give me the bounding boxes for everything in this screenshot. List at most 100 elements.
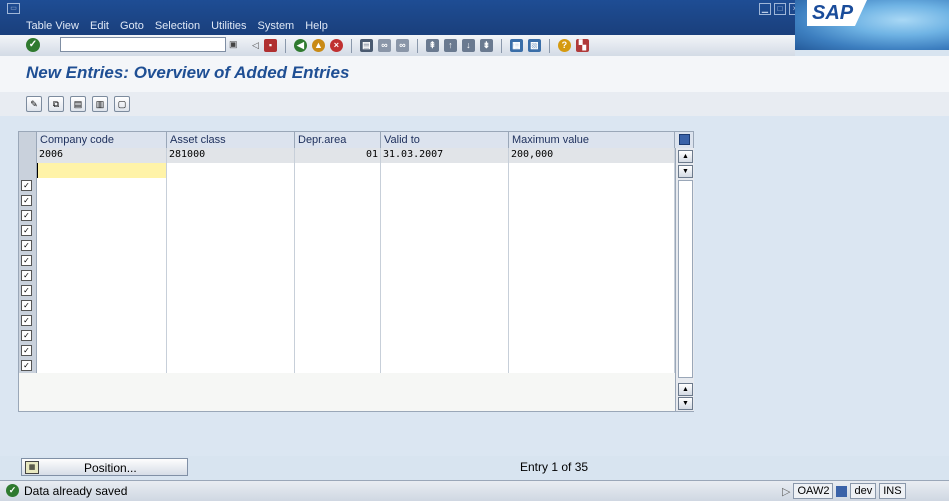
menu-help[interactable]: Help <box>305 20 328 32</box>
maximum-value-cell[interactable] <box>509 328 675 343</box>
menu-selection[interactable]: Selection <box>155 20 200 32</box>
menu-table-view[interactable]: Table View <box>26 20 79 32</box>
asset-class-cell[interactable] <box>167 253 295 268</box>
asset-class-cell[interactable] <box>167 328 295 343</box>
command-field[interactable] <box>60 37 226 52</box>
asset-class-cell[interactable] <box>167 358 295 373</box>
company-code-cell[interactable]: 2006 <box>37 148 167 163</box>
row-checkbox-icon[interactable]: ✓ <box>21 210 32 221</box>
row-checkbox-icon[interactable]: ✓ <box>21 330 32 341</box>
first-page-icon[interactable]: ⇞ <box>425 39 439 52</box>
previous-entry-icon[interactable]: ▥ <box>92 96 108 112</box>
maximum-value-cell[interactable] <box>509 343 675 358</box>
valid-to-cell[interactable] <box>381 253 509 268</box>
asset-class-cell[interactable] <box>167 223 295 238</box>
maximize-icon[interactable]: □ <box>774 3 786 15</box>
maximum-value-cell[interactable] <box>509 253 675 268</box>
valid-to-cell[interactable] <box>381 163 509 178</box>
depr-area-cell[interactable] <box>295 178 381 193</box>
select-all-cell[interactable] <box>19 132 37 148</box>
column-maximum-value[interactable]: Maximum value <box>509 132 675 148</box>
depr-area-cell[interactable] <box>295 163 381 178</box>
depr-area-cell[interactable] <box>295 238 381 253</box>
scroll-up-icon[interactable]: ▲ <box>678 383 693 396</box>
asset-class-cell[interactable]: 281000 <box>167 148 295 163</box>
depr-area-cell[interactable] <box>295 268 381 283</box>
position-button[interactable]: ▦ Position... <box>21 458 188 476</box>
asset-class-cell[interactable] <box>167 268 295 283</box>
change-display-icon[interactable]: ✎ <box>26 96 42 112</box>
minimize-icon[interactable]: ▁ <box>759 3 771 15</box>
company-code-cell[interactable] <box>37 238 167 253</box>
maximum-value-cell[interactable] <box>509 193 675 208</box>
asset-class-cell[interactable] <box>167 178 295 193</box>
next-page-icon[interactable]: ↓ <box>461 39 475 52</box>
asset-class-cell[interactable] <box>167 238 295 253</box>
company-code-cell[interactable] <box>37 163 167 178</box>
valid-to-cell[interactable] <box>381 178 509 193</box>
system-menu-icon[interactable]: ▭ <box>7 3 20 14</box>
depr-area-cell[interactable] <box>295 193 381 208</box>
valid-to-cell[interactable]: 31.03.2007 <box>381 148 509 163</box>
scroll-down-icon[interactable]: ▼ <box>678 165 693 178</box>
last-page-icon[interactable]: ⇟ <box>479 39 493 52</box>
depr-area-cell[interactable] <box>295 328 381 343</box>
asset-class-cell[interactable] <box>167 163 295 178</box>
valid-to-cell[interactable] <box>381 328 509 343</box>
layout-menu-icon[interactable]: ▚ <box>575 39 589 52</box>
asset-class-cell[interactable] <box>167 343 295 358</box>
row-checkbox-icon[interactable]: ✓ <box>21 315 32 326</box>
row-checkbox-icon[interactable]: ✓ <box>21 270 32 281</box>
valid-to-cell[interactable] <box>381 283 509 298</box>
asset-class-cell[interactable] <box>167 208 295 223</box>
depr-area-cell[interactable] <box>295 223 381 238</box>
collapse-icon[interactable]: ◁ <box>252 40 259 51</box>
exit-icon[interactable]: ▲ <box>311 39 325 52</box>
valid-to-cell[interactable] <box>381 208 509 223</box>
asset-class-cell[interactable] <box>167 298 295 313</box>
command-history-icon[interactable]: ▣ <box>229 39 238 50</box>
depr-area-cell[interactable] <box>295 343 381 358</box>
table-settings-icon[interactable] <box>679 134 690 145</box>
depr-area-cell[interactable] <box>295 283 381 298</box>
insert-mode[interactable]: INS <box>879 483 906 499</box>
shortcut-icon[interactable]: ▧ <box>527 39 541 52</box>
maximum-value-cell[interactable] <box>509 358 675 373</box>
company-code-cell[interactable] <box>37 283 167 298</box>
row-checkbox-icon[interactable]: ✓ <box>21 255 32 266</box>
delete-icon[interactable]: ▤ <box>70 96 86 112</box>
row-checkbox-icon[interactable]: ✓ <box>21 360 32 371</box>
maximum-value-cell[interactable]: 200,000 <box>509 148 675 163</box>
previous-page-icon[interactable]: ↑ <box>443 39 457 52</box>
maximum-value-cell[interactable] <box>509 163 675 178</box>
depr-area-cell[interactable]: 01 <box>295 148 381 163</box>
maximum-value-cell[interactable] <box>509 298 675 313</box>
valid-to-cell[interactable] <box>381 298 509 313</box>
status-expand-icon[interactable]: ▷ <box>782 485 790 498</box>
valid-to-cell[interactable] <box>381 313 509 328</box>
menu-goto[interactable]: Goto <box>120 20 144 32</box>
row-checkbox-icon[interactable]: ✓ <box>21 195 32 206</box>
asset-class-cell[interactable] <box>167 313 295 328</box>
valid-to-cell[interactable] <box>381 193 509 208</box>
asset-class-cell[interactable] <box>167 283 295 298</box>
valid-to-cell[interactable] <box>381 343 509 358</box>
company-code-cell[interactable] <box>37 298 167 313</box>
column-valid-to[interactable]: Valid to <box>381 132 509 148</box>
company-code-cell[interactable] <box>37 358 167 373</box>
column-company-code[interactable]: Company code <box>37 132 167 148</box>
valid-to-cell[interactable] <box>381 238 509 253</box>
depr-area-cell[interactable] <box>295 358 381 373</box>
row-selector[interactable] <box>19 163 37 178</box>
company-code-cell[interactable] <box>37 208 167 223</box>
company-code-cell[interactable] <box>37 193 167 208</box>
depr-area-cell[interactable] <box>295 298 381 313</box>
row-checkbox-icon[interactable]: ✓ <box>21 285 32 296</box>
company-code-cell[interactable] <box>37 268 167 283</box>
valid-to-cell[interactable] <box>381 358 509 373</box>
row-checkbox-icon[interactable]: ✓ <box>21 345 32 356</box>
scroll-track[interactable] <box>678 180 693 378</box>
company-code-cell[interactable] <box>37 328 167 343</box>
maximum-value-cell[interactable] <box>509 208 675 223</box>
enter-check-icon[interactable]: ✓ <box>26 38 40 52</box>
